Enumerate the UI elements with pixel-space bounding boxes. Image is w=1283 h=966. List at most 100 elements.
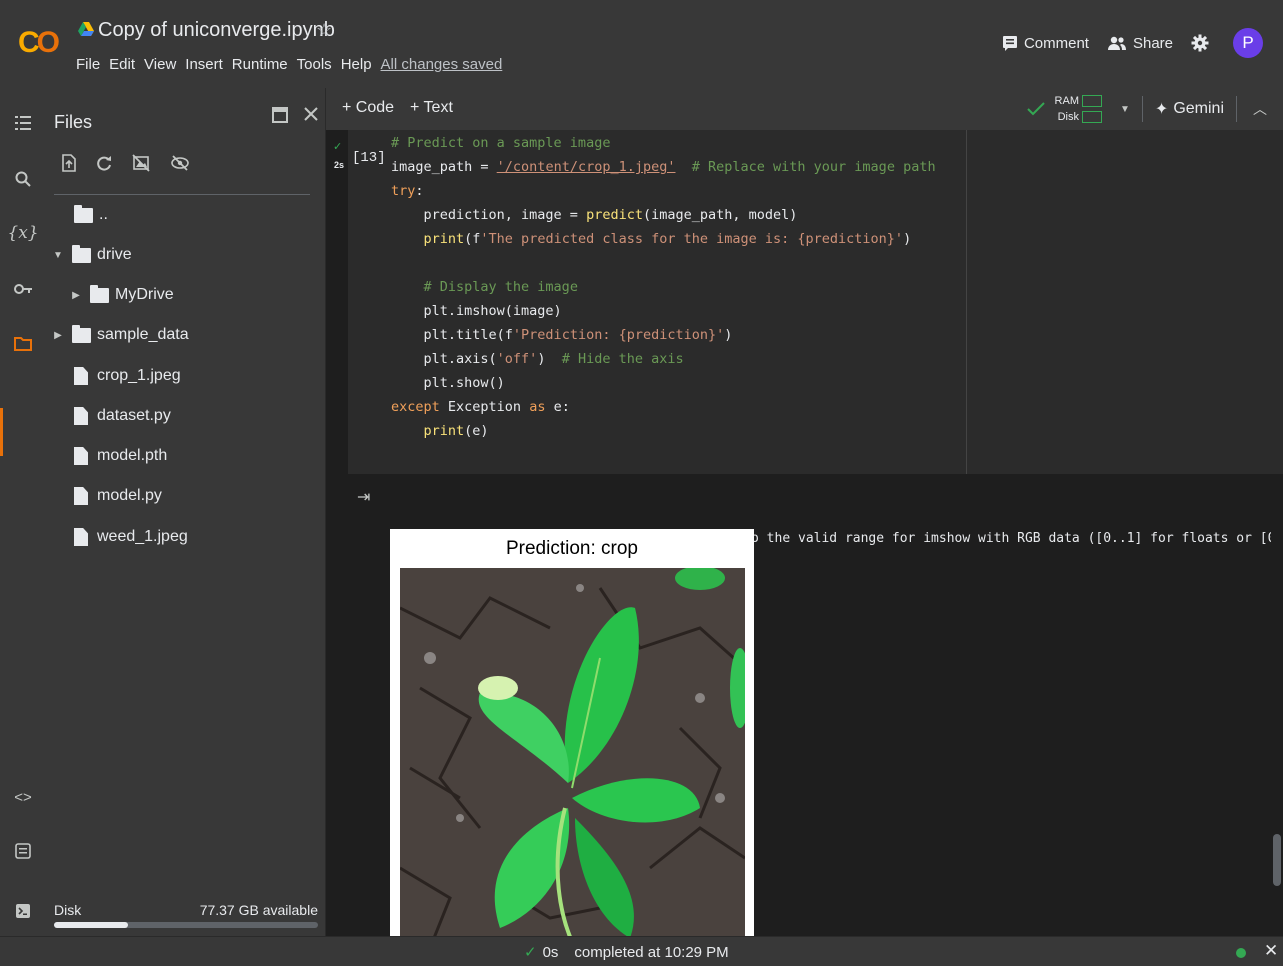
files-panel-controls (271, 106, 319, 124)
resource-monitor[interactable]: RAM Disk (1055, 93, 1102, 125)
hide-files-icon[interactable] (170, 154, 190, 172)
notebook-toolbar: + Code + Text RAM Disk ▼ ✦ Gemini ︿ (326, 88, 1283, 130)
open-in-tab-icon[interactable] (271, 106, 289, 124)
output-menu-icon[interactable]: ⇥ (357, 487, 370, 507)
status-duration: 0s (542, 943, 559, 961)
files-toolbar (62, 154, 190, 172)
caret-down-icon[interactable]: ▼ (52, 250, 64, 261)
tree-item-file[interactable]: weed_1.jpeg (74, 522, 188, 552)
save-status-link[interactable]: All changes saved (381, 56, 503, 73)
terminal-icon[interactable] (0, 896, 46, 926)
execution-count[interactable]: [13] (352, 150, 386, 166)
chevron-up-icon[interactable]: ︿ (1253, 99, 1267, 119)
folder-icon (72, 244, 91, 263)
files-panel-title: Files (54, 112, 93, 132)
comment-button[interactable]: Comment (1002, 35, 1089, 52)
plant-image (400, 568, 745, 936)
caret-right-icon[interactable]: ▶ (52, 330, 64, 341)
files-divider (54, 194, 310, 195)
cell-divider (966, 130, 967, 474)
colab-app: CO Copy of uniconverge.ipynb ☆ File Edit… (0, 0, 1283, 966)
colab-logo[interactable]: CO (18, 26, 60, 60)
sparkle-icon: ✦ (1154, 101, 1169, 118)
menu-runtime[interactable]: Runtime (232, 56, 288, 73)
user-avatar[interactable]: P (1233, 28, 1263, 58)
code-line: plt.show() (391, 375, 505, 391)
disk-usage-bar (54, 922, 318, 928)
code-line: prediction, image = predict(image_path, … (391, 207, 798, 223)
code-editor[interactable]: # Predict on a sample image image_path = … (391, 131, 936, 443)
share-label: Share (1132, 34, 1173, 52)
status-bar: ✓ 0s completed at 10:29 PM ✕ (0, 936, 1283, 966)
tree-item-file[interactable]: model.pth (74, 441, 167, 471)
key-icon[interactable] (0, 274, 46, 304)
menu-file[interactable]: File (76, 56, 100, 73)
gear-icon (1191, 34, 1209, 52)
notebook-title[interactable]: Copy of uniconverge.ipynb (98, 19, 335, 42)
tree-parent-dir[interactable]: .. (74, 200, 108, 230)
status-completed: completed at 10:29 PM (574, 943, 729, 961)
tree-label: model.pth (97, 447, 168, 464)
disk-label: Disk (1057, 111, 1079, 123)
notebook-scrollbar[interactable] (1273, 834, 1281, 886)
toolbar-divider (1141, 96, 1143, 122)
table-of-contents-icon[interactable] (0, 108, 46, 138)
toolbar-divider (1236, 96, 1237, 122)
tree-label: MyDrive (115, 286, 174, 303)
tree-item-mydrive[interactable]: ▶ MyDrive (70, 280, 174, 310)
connection-status-dot (1236, 948, 1246, 958)
menu-edit[interactable]: Edit (109, 56, 135, 73)
add-code-button[interactable]: + Code (342, 99, 394, 117)
star-icon[interactable]: ☆ (316, 20, 332, 41)
gemini-button[interactable]: ✦ Gemini (1155, 99, 1224, 119)
people-icon (1107, 36, 1126, 50)
menu-view[interactable]: View (144, 56, 176, 73)
disk-bar (1082, 111, 1102, 124)
folder-icon[interactable] (0, 328, 46, 358)
menu-insert[interactable]: Insert (185, 56, 223, 73)
code-line: print(e) (423, 423, 489, 439)
settings-button[interactable] (1191, 34, 1215, 52)
refresh-icon[interactable] (96, 155, 112, 171)
code-line: image_path = '/content/crop_1.jpeg' # Re… (391, 159, 936, 175)
close-icon[interactable] (303, 106, 319, 122)
folder-icon (72, 324, 91, 343)
code-line: # Display the image (423, 279, 578, 295)
share-button[interactable]: Share (1107, 35, 1173, 52)
tree-item-file[interactable]: crop_1.jpeg (74, 361, 181, 391)
runtime-dropdown-icon[interactable]: ▼ (1120, 104, 1130, 115)
menu-help[interactable]: Help (341, 56, 372, 73)
tree-item-drive[interactable]: ▼ drive (52, 240, 132, 270)
command-palette-icon[interactable] (0, 836, 46, 866)
code-snippets-icon[interactable]: <> (0, 782, 46, 812)
unmount-drive-icon[interactable] (132, 154, 150, 172)
check-icon: ✓ (524, 944, 537, 961)
folder-icon (74, 204, 93, 223)
tree-label: model.py (97, 487, 162, 504)
folder-icon (90, 284, 109, 303)
variables-icon[interactable]: {x} (0, 218, 46, 248)
disk-available: 77.37 GB available (199, 902, 318, 918)
tree-label: weed_1.jpeg (97, 528, 188, 545)
code-line: plt.imshow(image) (391, 303, 562, 319)
close-icon[interactable]: ✕ (1264, 941, 1278, 961)
tree-label: .. (99, 206, 108, 223)
disk-label: Disk (54, 902, 82, 918)
ram-bar (1082, 95, 1102, 108)
plot-title: Prediction: crop (505, 538, 638, 559)
tree-item-sample-data[interactable]: ▶ sample_data (52, 320, 189, 350)
search-icon[interactable] (0, 164, 46, 194)
code-line: plt.title(f'Prediction: {prediction}') (391, 327, 733, 343)
caret-right-icon[interactable]: ▶ (70, 290, 82, 301)
upload-file-icon[interactable] (62, 154, 76, 172)
active-indicator (0, 408, 3, 456)
google-drive-icon (78, 22, 94, 36)
disk-usage-fill (54, 922, 128, 928)
add-text-button[interactable]: + Text (410, 99, 453, 117)
execution-status[interactable]: ✓ 0s completed at 10:29 PM (524, 943, 729, 962)
tree-item-file[interactable]: dataset.py (74, 401, 171, 431)
files-panel: Files .. ▼ drive ▶ MyDrive ▶ sample_data cr… (46, 88, 326, 936)
menu-tools[interactable]: Tools (297, 56, 332, 73)
tree-item-file[interactable]: model.py (74, 481, 162, 511)
